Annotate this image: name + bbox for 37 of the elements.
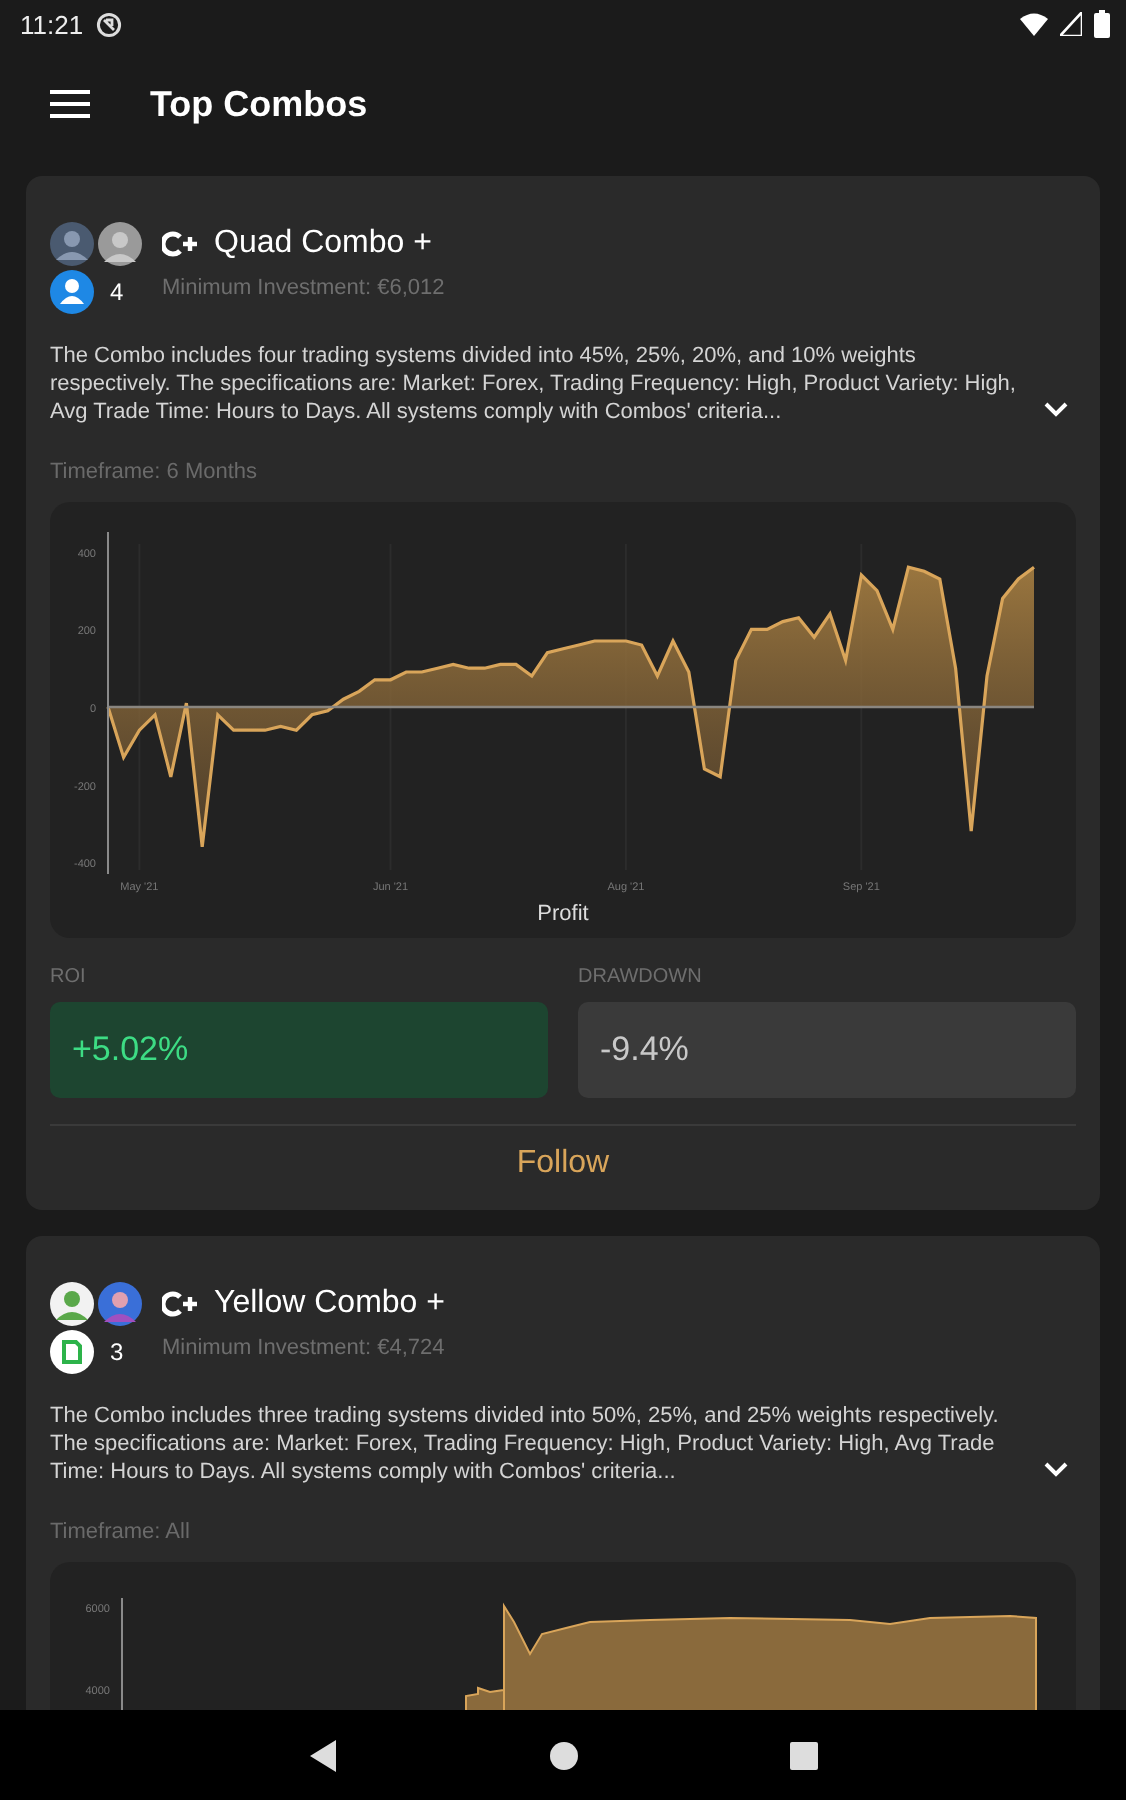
combo-plus-icon [162, 230, 198, 258]
follow-button[interactable]: Follow [516, 1126, 610, 1194]
y-axis [121, 1597, 123, 1710]
minimum-investment: Minimum Investment: €4,724 [162, 1336, 445, 1360]
avatar-icon [50, 222, 94, 266]
screen-title: Top Combos [150, 83, 368, 125]
minimum-investment: Minimum Investment: €6,012 [162, 276, 445, 300]
chevron-down-icon [1044, 1462, 1068, 1478]
participant-count: 3 [110, 1338, 124, 1366]
wifi-icon [1020, 12, 1048, 36]
x-axis-label: Profit [537, 902, 589, 926]
participant-count: 4 [110, 278, 124, 306]
timeframe-label: Timeframe: 6 Months [50, 460, 260, 484]
combo-description: The Combo includes four trading systems divided into 45%, 25%, 20%, and 10% weights respectively. The specifications are: Market: Forex, Trading Frequency: High, Product Variety: High, Avg Trade Time: Hours to Days. All systems comply with Combos' criteria... [50, 342, 1018, 426]
menu-icon [50, 90, 90, 118]
signal-icon [1060, 12, 1082, 36]
combo-name: Quad Combo + [214, 226, 432, 262]
user-icon [50, 270, 94, 314]
notification-icon [95, 11, 122, 37]
logo-icon [50, 1330, 94, 1374]
roi-label: ROI [50, 966, 88, 988]
home-icon[interactable] [549, 1741, 577, 1769]
recents-icon[interactable] [789, 1741, 817, 1769]
avatar-icon [98, 1282, 142, 1326]
avatar-icon [98, 222, 142, 266]
avatar-icon [50, 1282, 94, 1326]
drawdown-value: -9.4% [578, 1002, 1076, 1098]
drawdown-label: DRAWDOWN [578, 966, 704, 988]
combo-name: Yellow Combo + [214, 1286, 445, 1322]
chevron-down-icon [1044, 402, 1068, 418]
roi-value: +5.02% [50, 1002, 548, 1098]
timeframe-label: Timeframe: All [50, 1520, 192, 1544]
back-icon[interactable] [309, 1739, 337, 1771]
status-time: 11:21 [20, 9, 84, 39]
combo-plus-icon [162, 1290, 198, 1318]
combo-description: The Combo includes three trading systems divided into 50%, 25%, and 25% weights respectively. The specifications are: Market: Forex, Trading Frequency: High, Product Variety: High, Avg Trade Time: Hours to Days. All systems comply with Combos' criteria... [50, 1402, 1001, 1486]
battery-icon [1094, 10, 1110, 38]
